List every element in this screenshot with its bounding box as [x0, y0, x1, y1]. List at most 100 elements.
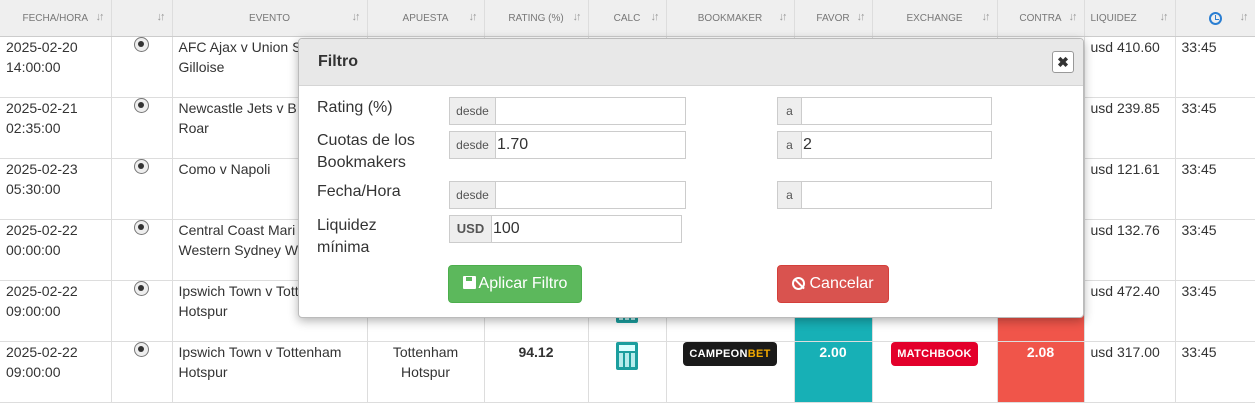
header-sport[interactable]: ↓↑ — [111, 0, 173, 37]
filter-modal: Filtro ✖ Rating (%) desde a Cuotas de lo… — [298, 38, 1084, 318]
soccer-ball-icon — [134, 281, 149, 296]
fecha-to-input[interactable] — [801, 181, 992, 209]
liquidez-input[interactable]: 100 — [491, 215, 682, 243]
sort-icon[interactable]: ↓↑ — [469, 11, 478, 23]
cell-rating: 94.12 — [484, 341, 589, 403]
date-text: 2025-02-22 — [6, 222, 78, 238]
cell-calc[interactable] — [588, 341, 667, 403]
sort-icon[interactable]: ↓↑ — [96, 11, 105, 23]
cell-bookmaker[interactable]: CAMPEONBET — [666, 341, 795, 403]
cell-liquidez: usd 132.76 — [1084, 219, 1176, 281]
cell-date: 2025-02-22 09:00:00 — [0, 341, 112, 403]
cell-liquidez: usd 317.00 — [1084, 341, 1176, 403]
apply-filter-button[interactable]: Aplicar Filtro — [448, 265, 582, 303]
date-text: 2025-02-21 — [6, 100, 78, 116]
liquidez-label-line1: Liquidez — [317, 217, 377, 234]
fecha-from-addon: desde — [449, 181, 495, 209]
date-text: 2025-02-20 — [6, 39, 78, 55]
calculator-icon[interactable] — [616, 342, 638, 370]
clock-icon — [1208, 11, 1222, 25]
cell-sport — [111, 158, 173, 220]
date-text: 2025-02-23 — [6, 161, 78, 177]
liquidez-label-line2: mínima — [317, 239, 370, 256]
cuotas-to-input[interactable]: 2 — [801, 131, 992, 159]
sort-icon[interactable]: ↓↑ — [651, 11, 660, 23]
time-text: 02:35:00 — [6, 120, 61, 136]
brand-part-a: CAMPEON — [689, 348, 748, 360]
header-liquidez[interactable]: LIQUIDEZ ↓↑ — [1084, 0, 1176, 37]
sort-icon[interactable]: ↓↑ — [1160, 11, 1169, 23]
cuotas-label-line1: Cuotas de los — [317, 132, 415, 149]
soccer-ball-icon — [134, 37, 149, 52]
cell-date: 2025-02-20 14:00:00 — [0, 36, 112, 98]
sort-icon[interactable]: ↓↑ — [982, 11, 991, 23]
date-text: 2025-02-22 — [6, 283, 78, 299]
cuotas-from-input[interactable]: 1.70 — [495, 131, 686, 159]
event-line1: Ipswich Town v Tottenham — [178, 344, 342, 360]
header-exchange[interactable]: EXCHANGE ↓↑ — [872, 0, 998, 37]
header-fecha[interactable]: FECHA/HORA ↓↑ — [0, 0, 112, 37]
header-favor[interactable]: FAVOR ↓↑ — [794, 0, 873, 37]
rating-label: Rating (%) — [317, 99, 393, 116]
rating-to-input[interactable] — [801, 97, 992, 125]
cell-clock: 33:45 — [1175, 341, 1255, 403]
sort-icon[interactable]: ↓↑ — [573, 11, 582, 23]
date-text: 2025-02-22 — [6, 344, 78, 360]
cell-favor: 2.00 — [794, 341, 873, 403]
soccer-ball-icon — [134, 220, 149, 235]
cell-contra: 2.08 — [997, 341, 1085, 403]
sort-icon[interactable]: ↓↑ — [352, 11, 361, 23]
cell-sport — [111, 341, 173, 403]
bet-line2: Hotspur — [400, 364, 451, 380]
event-line2: Hotspur — [178, 364, 228, 380]
cell-clock: 33:45 — [1175, 97, 1255, 159]
cell-clock: 33:45 — [1175, 280, 1255, 342]
rating-from-addon: desde — [449, 97, 495, 125]
close-button[interactable]: ✖ — [1052, 51, 1074, 73]
sort-icon[interactable]: ↓↑ — [779, 11, 788, 23]
campeonbet-logo[interactable]: CAMPEONBET — [683, 342, 777, 366]
header-evento[interactable]: EVENTO ↓↑ — [172, 0, 368, 37]
time-text: 14:00:00 — [6, 59, 61, 75]
cell-clock: 33:45 — [1175, 158, 1255, 220]
cell-liquidez: usd 121.61 — [1084, 158, 1176, 220]
fecha-to-addon: a — [777, 181, 801, 209]
ban-icon — [792, 277, 806, 290]
matchbook-logo[interactable]: MATCHBOOK — [891, 342, 978, 366]
soccer-ball-icon — [134, 98, 149, 113]
sort-icon[interactable]: ↓↑ — [157, 11, 166, 23]
rating-to-addon: a — [777, 97, 801, 125]
table-header-row: FECHA/HORA ↓↑ ↓↑ EVENTO ↓↑ APUESTA ↓↑ RATIN… — [0, 0, 1255, 37]
cancel-button[interactable]: Cancelar — [777, 265, 889, 303]
time-text: 00:00:00 — [6, 242, 61, 258]
sort-icon[interactable]: ↓↑ — [1240, 11, 1249, 23]
table-row[interactable]: 2025-02-22 09:00:00 Ipswich Town v Tottenh… — [0, 341, 1255, 403]
header-bookmaker[interactable]: BOOKMAKER ↓↑ — [666, 0, 795, 37]
header-rating[interactable]: RATING (%) ↓↑ — [484, 0, 589, 37]
cell-event[interactable]: Ipswich Town v Tottenham Hotspur — [172, 341, 368, 403]
cell-sport — [111, 97, 173, 159]
sort-icon[interactable]: ↓↑ — [1069, 11, 1078, 23]
fecha-from-input[interactable] — [495, 181, 686, 209]
brand-part-b: BET — [747, 348, 771, 360]
soccer-ball-icon — [134, 159, 149, 174]
header-calc[interactable]: CALC ↓↑ — [588, 0, 667, 37]
cell-clock: 33:45 — [1175, 36, 1255, 98]
header-contra[interactable]: CONTRA ↓↑ — [997, 0, 1085, 37]
cuotas-from-addon: desde — [449, 131, 495, 159]
cell-liquidez: usd 472.40 — [1084, 280, 1176, 342]
time-text: 09:00:00 — [6, 364, 61, 380]
sort-icon[interactable]: ↓↑ — [857, 11, 866, 23]
rating-from-input[interactable] — [495, 97, 686, 125]
cell-date: 2025-02-22 09:00:00 — [0, 280, 112, 342]
soccer-ball-icon — [134, 342, 149, 357]
header-clock[interactable]: ↓↑ — [1175, 0, 1255, 37]
header-apuesta[interactable]: APUESTA ↓↑ — [367, 0, 485, 37]
modal-title: Filtro — [318, 53, 358, 70]
cell-exchange[interactable]: MATCHBOOK — [872, 341, 998, 403]
modal-header: Filtro ✖ — [299, 39, 1083, 86]
cell-sport — [111, 36, 173, 98]
time-text: 05:30:00 — [6, 181, 61, 197]
cell-date: 2025-02-23 05:30:00 — [0, 158, 112, 220]
cell-sport — [111, 219, 173, 281]
